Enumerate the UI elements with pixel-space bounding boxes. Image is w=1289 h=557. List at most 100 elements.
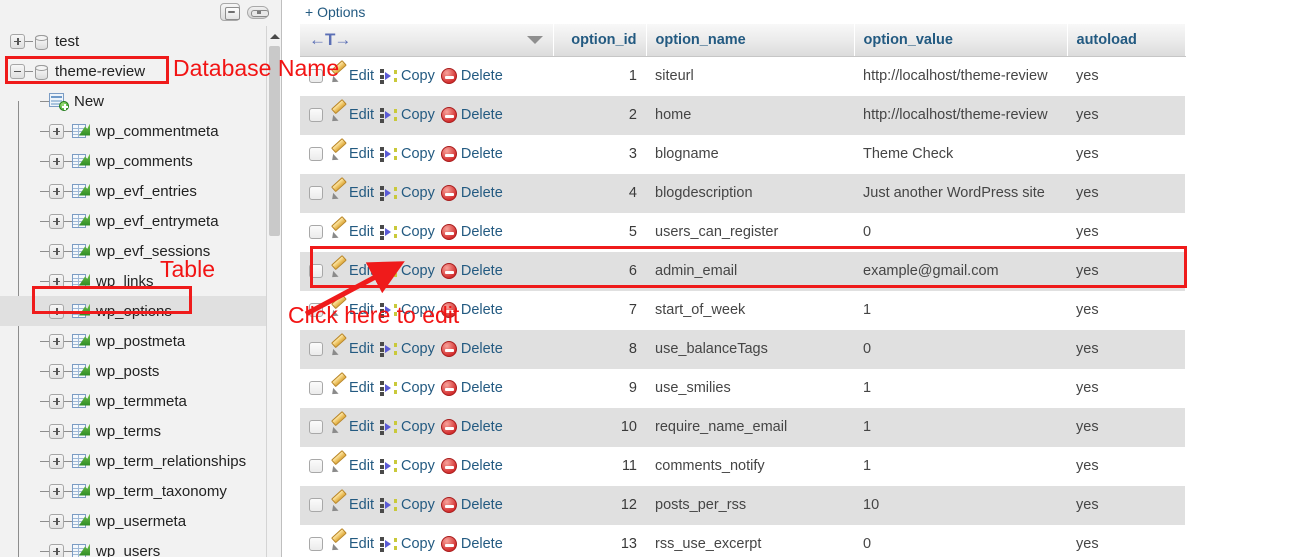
edit-action[interactable]: Edit <box>329 536 374 552</box>
expand-plus-icon[interactable] <box>49 453 64 469</box>
delete-action[interactable]: Delete <box>440 458 503 474</box>
copy-label[interactable]: Copy <box>401 224 435 240</box>
copy-action[interactable]: Copy <box>380 380 435 396</box>
edit-action[interactable]: Edit <box>329 68 374 84</box>
delete-label[interactable]: Delete <box>461 419 503 435</box>
delete-action[interactable]: Delete <box>440 263 503 279</box>
edit-label[interactable]: Edit <box>349 185 374 201</box>
delete-label[interactable]: Delete <box>461 497 503 513</box>
sidebar-item-wp-term-taxonomy[interactable]: wp_term_taxonomy <box>0 476 266 506</box>
chevron-down-icon[interactable] <box>526 36 543 44</box>
edit-label[interactable]: Edit <box>349 380 374 396</box>
row-checkbox[interactable] <box>309 264 323 278</box>
table-row[interactable]: Edit Copy Delete 3 blogname Theme Check yes <box>300 134 1185 174</box>
edit-label[interactable]: Edit <box>349 107 374 123</box>
delete-label[interactable]: Delete <box>461 380 503 396</box>
sidebar-item-wp-users[interactable]: wp_users <box>0 536 266 557</box>
sidebar-item-wp-comments[interactable]: wp_comments <box>0 146 266 176</box>
options-toggle-link[interactable]: + Options <box>305 4 365 20</box>
delete-label[interactable]: Delete <box>461 263 503 279</box>
edit-action[interactable]: Edit <box>329 458 374 474</box>
copy-action[interactable]: Copy <box>380 497 435 513</box>
expand-plus-icon[interactable] <box>49 243 64 259</box>
copy-label[interactable]: Copy <box>401 302 435 318</box>
delete-label[interactable]: Delete <box>461 107 503 123</box>
expand-plus-icon[interactable] <box>49 363 64 379</box>
copy-label[interactable]: Copy <box>401 419 435 435</box>
copy-label[interactable]: Copy <box>401 380 435 396</box>
header-option-name[interactable]: option_name <box>646 24 855 57</box>
copy-label[interactable]: Copy <box>401 185 435 201</box>
copy-action[interactable]: Copy <box>380 68 435 84</box>
edit-action[interactable]: Edit <box>329 185 374 201</box>
sidebar-item-wp-options[interactable]: wp_options <box>0 296 266 326</box>
edit-action[interactable]: Edit <box>329 302 374 318</box>
copy-label[interactable]: Copy <box>401 263 435 279</box>
edit-label[interactable]: Edit <box>349 497 374 513</box>
edit-label[interactable]: Edit <box>349 419 374 435</box>
link-panel-icon[interactable] <box>247 5 269 19</box>
edit-action[interactable]: Edit <box>329 263 374 279</box>
table-row[interactable]: Edit Copy Delete 10 require_name_email 1 yes <box>300 407 1185 447</box>
edit-label[interactable]: Edit <box>349 146 374 162</box>
header-option-value[interactable]: option_value <box>854 24 1068 57</box>
collapse-minus-icon[interactable] <box>10 63 25 79</box>
edit-label[interactable]: Edit <box>349 458 374 474</box>
expand-plus-icon[interactable] <box>49 393 64 409</box>
delete-label[interactable]: Delete <box>461 224 503 240</box>
expand-plus-icon[interactable] <box>49 513 64 529</box>
sidebar-item-wp-links[interactable]: wp_links <box>0 266 266 296</box>
copy-action[interactable]: Copy <box>380 302 435 318</box>
expand-plus-icon[interactable] <box>49 153 64 169</box>
sidebar-item-wp-posts[interactable]: wp_posts <box>0 356 266 386</box>
copy-action[interactable]: Copy <box>380 341 435 357</box>
table-row[interactable]: Edit Copy Delete 1 siteurl http://localhost/t… <box>300 56 1185 96</box>
copy-action[interactable]: Copy <box>380 263 435 279</box>
sidebar-item-wp-evf-entrymeta[interactable]: wp_evf_entrymeta <box>0 206 266 236</box>
edit-label[interactable]: Edit <box>349 302 374 318</box>
row-checkbox[interactable] <box>309 420 323 434</box>
sidebar-item-wp-usermeta[interactable]: wp_usermeta <box>0 506 266 536</box>
copy-label[interactable]: Copy <box>401 536 435 552</box>
sidebar-item-wp-evf-sessions[interactable]: wp_evf_sessions <box>0 236 266 266</box>
collapse-panel-icon[interactable] <box>220 3 240 21</box>
copy-label[interactable]: Copy <box>401 146 435 162</box>
row-checkbox[interactable] <box>309 303 323 317</box>
delete-label[interactable]: Delete <box>461 302 503 318</box>
delete-action[interactable]: Delete <box>440 68 503 85</box>
sidebar-item-new[interactable]: New <box>0 86 266 116</box>
row-checkbox[interactable] <box>309 108 323 122</box>
copy-action[interactable]: Copy <box>380 185 435 201</box>
table-row[interactable]: Edit Copy Delete 9 use_smilies 1 yes <box>300 368 1185 408</box>
sidebar-scrollbar[interactable] <box>266 26 281 557</box>
edit-action[interactable]: Edit <box>329 419 374 435</box>
table-row[interactable]: Edit Copy Delete 12 posts_per_rss 10 yes <box>300 485 1185 525</box>
sidebar-item-wp-terms[interactable]: wp_terms <box>0 416 266 446</box>
delete-label[interactable]: Delete <box>461 341 503 357</box>
row-checkbox[interactable] <box>309 225 323 239</box>
sidebar-item-wp-evf-entries[interactable]: wp_evf_entries <box>0 176 266 206</box>
copy-label[interactable]: Copy <box>401 341 435 357</box>
copy-label[interactable]: Copy <box>401 68 435 84</box>
scrollbar-thumb[interactable] <box>269 46 280 236</box>
delete-label[interactable]: Delete <box>461 146 503 162</box>
transpose-icon[interactable]: ←T→ <box>309 30 351 50</box>
sidebar-item-theme-review[interactable]: theme-review <box>0 56 266 86</box>
expand-plus-icon[interactable] <box>49 273 64 289</box>
table-row[interactable]: Edit Copy Delete 13 rss_use_excerpt 0 yes <box>300 524 1185 557</box>
delete-action[interactable]: Delete <box>440 302 503 318</box>
header-autoload[interactable]: autoload <box>1067 24 1186 57</box>
row-checkbox[interactable] <box>309 342 323 356</box>
sidebar-item-test[interactable]: test <box>0 26 266 56</box>
delete-label[interactable]: Delete <box>461 68 503 84</box>
header-option-id[interactable]: option_id <box>553 24 647 57</box>
table-row[interactable]: Edit Copy Delete 5 users_can_register 0 yes <box>300 212 1185 252</box>
edit-action[interactable]: Edit <box>329 497 374 513</box>
copy-label[interactable]: Copy <box>401 458 435 474</box>
edit-action[interactable]: Edit <box>329 107 374 123</box>
delete-label[interactable]: Delete <box>461 536 503 552</box>
row-checkbox[interactable] <box>309 147 323 161</box>
table-row[interactable]: Edit Copy Delete 4 blogdescription Just anoth… <box>300 173 1185 213</box>
sidebar-item-wp-postmeta[interactable]: wp_postmeta <box>0 326 266 356</box>
row-checkbox[interactable] <box>309 537 323 551</box>
